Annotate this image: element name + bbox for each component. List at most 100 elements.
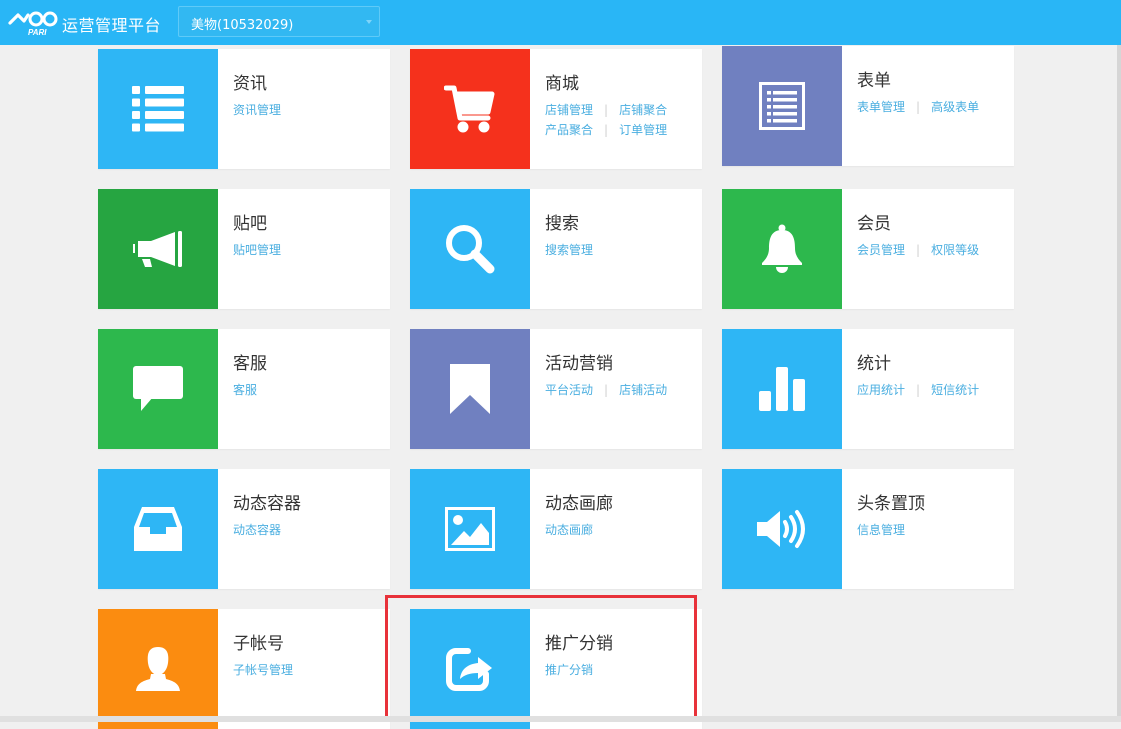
module-tile[interactable]: 资讯 资讯管理 — [98, 49, 390, 169]
chat-icon[interactable] — [98, 329, 218, 449]
link-divider: | — [604, 103, 609, 117]
module-link[interactable]: 店铺活动 — [619, 383, 667, 397]
module-links: 资讯管理 — [233, 100, 383, 120]
module-link[interactable]: 权限等级 — [931, 243, 979, 257]
module-link[interactable]: 动态画廊 — [545, 523, 593, 537]
module-link[interactable]: 店铺管理 — [545, 103, 593, 117]
module-link[interactable]: 搜索管理 — [545, 243, 593, 257]
module-tile[interactable]: 贴吧 贴吧管理 — [98, 189, 390, 309]
module-link[interactable]: 动态容器 — [233, 523, 281, 537]
module-link[interactable]: 产品聚合 — [545, 123, 593, 137]
module-tile[interactable]: 客服 客服 — [98, 329, 390, 449]
module-link[interactable]: 短信统计 — [931, 383, 979, 397]
module-link[interactable]: 贴吧管理 — [233, 243, 281, 257]
module-tile[interactable]: 动态容器 动态容器 — [98, 469, 390, 589]
list-icon[interactable] — [98, 49, 218, 169]
module-links: 搜索管理 — [545, 240, 695, 260]
module-links: 子帐号管理 — [233, 660, 383, 680]
bookmark-icon[interactable] — [410, 329, 530, 449]
module-tile[interactable]: 子帐号 子帐号管理 — [98, 609, 390, 729]
module-title: 动态容器 — [233, 494, 301, 514]
user-icon[interactable] — [98, 609, 218, 729]
module-link-row: 产品聚合 | 订单管理 — [545, 120, 695, 140]
module-title: 搜索 — [545, 214, 579, 234]
module-link-row: 信息管理 — [857, 520, 1007, 540]
link-divider: | — [916, 383, 921, 397]
form-icon[interactable] — [722, 46, 842, 166]
module-links: 应用统计 | 短信统计 — [857, 380, 1007, 400]
module-tile[interactable]: 统计 应用统计 | 短信统计 — [722, 329, 1014, 449]
speaker-icon[interactable] — [722, 469, 842, 589]
bell-icon[interactable] — [722, 189, 842, 309]
module-link-row: 推广分销 — [545, 660, 695, 680]
module-link-row: 表单管理 | 高级表单 — [857, 97, 1007, 117]
module-title: 表单 — [857, 71, 891, 91]
module-link-row: 会员管理 | 权限等级 — [857, 240, 1007, 260]
module-tile[interactable]: 头条置顶 信息管理 — [722, 469, 1014, 589]
module-link[interactable]: 推广分销 — [545, 663, 593, 677]
chevron-down-icon — [366, 20, 372, 24]
bar-chart-icon[interactable] — [722, 329, 842, 449]
logo-icon[interactable]: PARI — [8, 9, 60, 37]
platform-title: 运营管理平台 — [62, 16, 162, 35]
module-title: 商城 — [545, 74, 579, 94]
inbox-icon[interactable] — [98, 469, 218, 589]
module-title: 客服 — [233, 354, 267, 374]
module-tile[interactable]: 搜索 搜索管理 — [410, 189, 702, 309]
image-icon[interactable] — [410, 469, 530, 589]
search-icon[interactable] — [410, 189, 530, 309]
module-title: 活动营销 — [545, 354, 613, 374]
account-select[interactable]: 美物(10532029) — [178, 6, 380, 37]
module-link[interactable]: 订单管理 — [619, 123, 667, 137]
module-title: 推广分销 — [545, 634, 613, 654]
share-icon[interactable] — [410, 609, 530, 729]
module-link[interactable]: 客服 — [233, 383, 257, 397]
module-link-row: 平台活动 | 店铺活动 — [545, 380, 695, 400]
link-divider: | — [916, 243, 921, 257]
top-bar: PARI 运营管理平台 美物(10532029) — [0, 0, 1121, 45]
bottom-edge — [0, 716, 1121, 722]
module-link-row: 动态画廊 — [545, 520, 695, 540]
link-divider: | — [916, 100, 921, 114]
module-links: 动态画廊 — [545, 520, 695, 540]
module-link-row: 动态容器 — [233, 520, 383, 540]
module-link[interactable]: 资讯管理 — [233, 103, 281, 117]
module-link[interactable]: 平台活动 — [545, 383, 593, 397]
module-tile[interactable]: 商城店铺管理 | 店铺聚合产品聚合 | 订单管理 — [410, 49, 702, 169]
module-link[interactable]: 会员管理 — [857, 243, 905, 257]
module-links: 贴吧管理 — [233, 240, 383, 260]
module-tile[interactable]: 动态画廊 动态画廊 — [410, 469, 702, 589]
module-links: 平台活动 | 店铺活动 — [545, 380, 695, 400]
module-tile[interactable]: 表单表单管理 | 高级表单 — [722, 46, 1014, 166]
scrollbar-edge — [1117, 45, 1121, 722]
module-title: 会员 — [857, 214, 891, 234]
module-links: 客服 — [233, 380, 383, 400]
cart-icon[interactable] — [410, 49, 530, 169]
module-links: 表单管理 | 高级表单 — [857, 97, 1007, 117]
module-link[interactable]: 店铺聚合 — [619, 103, 667, 117]
module-title: 资讯 — [233, 74, 267, 94]
module-link[interactable]: 应用统计 — [857, 383, 905, 397]
module-link[interactable]: 子帐号管理 — [233, 663, 293, 677]
module-link-row: 资讯管理 — [233, 100, 383, 120]
module-links: 推广分销 — [545, 660, 695, 680]
module-title: 头条置顶 — [857, 494, 925, 514]
module-link[interactable]: 表单管理 — [857, 100, 905, 114]
svg-text:PARI: PARI — [28, 28, 47, 37]
module-links: 店铺管理 | 店铺聚合产品聚合 | 订单管理 — [545, 100, 695, 140]
module-links: 动态容器 — [233, 520, 383, 540]
module-link-row: 应用统计 | 短信统计 — [857, 380, 1007, 400]
module-tile[interactable]: 会员会员管理 | 权限等级 — [722, 189, 1014, 309]
module-link-row: 搜索管理 — [545, 240, 695, 260]
module-link[interactable]: 高级表单 — [931, 100, 979, 114]
module-link-row: 子帐号管理 — [233, 660, 383, 680]
module-link[interactable]: 信息管理 — [857, 523, 905, 537]
link-divider: | — [604, 383, 609, 397]
module-link-row: 贴吧管理 — [233, 240, 383, 260]
megaphone-icon[interactable] — [98, 189, 218, 309]
account-select-value: 美物(10532029) — [191, 18, 294, 33]
module-tile[interactable]: 推广分销 推广分销 — [410, 609, 702, 729]
module-links: 会员管理 | 权限等级 — [857, 240, 1007, 260]
module-tile[interactable]: 活动营销平台活动 | 店铺活动 — [410, 329, 702, 449]
module-title: 贴吧 — [233, 214, 267, 234]
